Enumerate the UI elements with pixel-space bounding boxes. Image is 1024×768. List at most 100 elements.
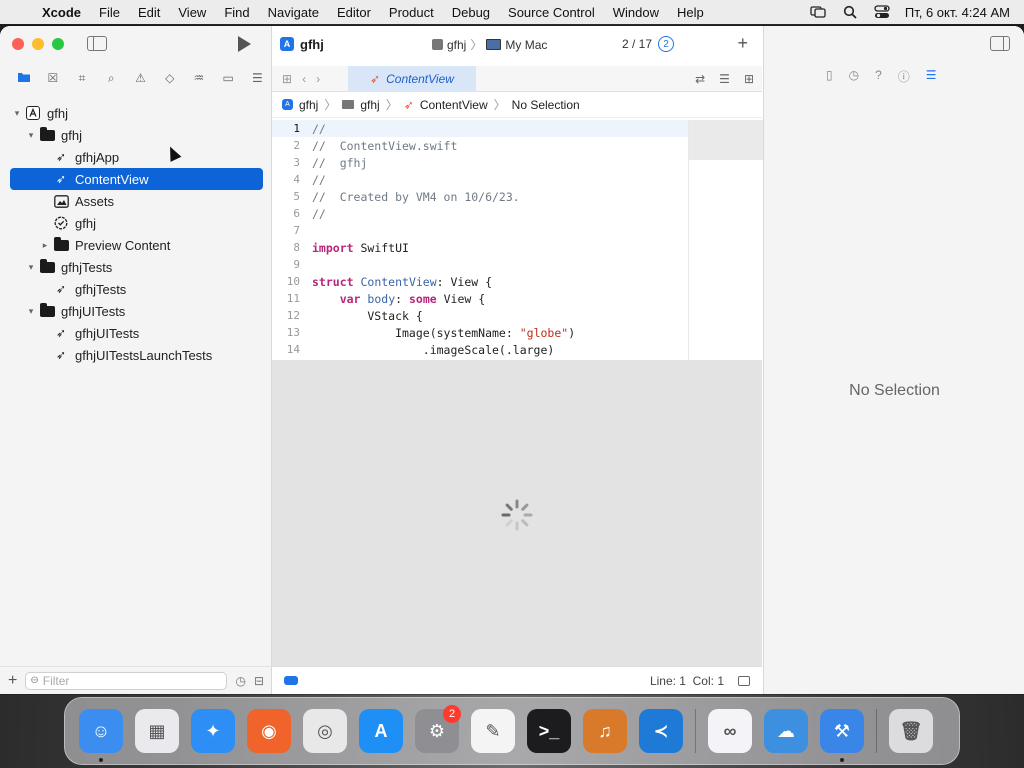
tree-item[interactable]: ➶ gfhjTests (10, 278, 263, 300)
chevron-down-icon[interactable]: ▾ (24, 262, 38, 273)
dock-app-firefox[interactable]: ◉ (241, 703, 297, 759)
source-code-editor[interactable]: 1 // 2 // ContentView.swift 3 // gfhj 4 // 5 // C… (272, 120, 688, 360)
chevron-right-icon[interactable]: ▸ (38, 240, 52, 251)
menu-app-name[interactable]: Xcode (40, 5, 90, 20)
menu-help[interactable]: Help (668, 5, 713, 20)
menu-find[interactable]: Find (215, 5, 258, 20)
scheme-target-label[interactable]: gfhj (447, 38, 466, 52)
tree-item[interactable]: ▾ gfhjUITests (10, 300, 263, 322)
minimap-visible-region[interactable] (689, 120, 763, 160)
dock-app-xcode[interactable]: ⚒ (814, 703, 870, 762)
breadcrumb-file[interactable]: ContentView (420, 98, 488, 112)
debug-area-toggle-icon[interactable] (284, 676, 298, 685)
adjust-editor-icon[interactable]: ☰ (719, 72, 730, 86)
hide-debug-area-icon[interactable] (738, 675, 750, 686)
garageband-icon[interactable]: ♫ (583, 709, 627, 753)
dock-app-terminal[interactable]: >_ (521, 703, 577, 759)
dock-app-weather[interactable]: ☁ (758, 703, 814, 759)
visual-studio-icon[interactable]: ∞ (708, 709, 752, 753)
code-line[interactable]: 10 struct ContentView: View { (272, 273, 688, 290)
minimap[interactable] (688, 120, 763, 360)
app-store-icon[interactable]: A (359, 709, 403, 753)
control-center-icon[interactable] (873, 5, 891, 19)
dock-app-safari[interactable]: ✦ (185, 703, 241, 759)
dock-app-trash[interactable]: 🗑 (883, 703, 939, 759)
dock-app-vscode[interactable]: ≺ (633, 703, 689, 759)
zoom-window-button[interactable] (52, 38, 64, 50)
trash-icon[interactable]: 🗑 (889, 709, 933, 753)
tree-item[interactable]: ▾ gfhj (10, 102, 263, 124)
minimize-window-button[interactable] (32, 38, 44, 50)
launchpad-icon[interactable]: ▦ (135, 709, 179, 753)
toggle-navigator-icon[interactable] (87, 36, 107, 51)
source-control-navigator-icon[interactable]: ☒ (38, 71, 67, 85)
firefox-icon[interactable]: ◉ (247, 709, 291, 753)
dock-app-launchpad[interactable]: ▦ (129, 703, 185, 759)
menu-source-control[interactable]: Source Control (499, 5, 604, 20)
tree-item[interactable]: ➶ gfhjUITests (10, 322, 263, 344)
finder-icon[interactable]: ☺ (79, 709, 123, 753)
menu-debug[interactable]: Debug (443, 5, 499, 20)
code-line[interactable]: 9 (272, 256, 688, 273)
code-line[interactable]: 11 var body: some View { (272, 290, 688, 307)
textedit-icon[interactable]: ✎ (471, 709, 515, 753)
split-editor-icon[interactable]: ⊞ (744, 72, 754, 86)
tree-item[interactable]: Assets (10, 190, 263, 212)
code-line[interactable]: 12 VStack { (272, 307, 688, 324)
weather-icon[interactable]: ☁ (764, 709, 808, 753)
code-line[interactable]: 3 // gfhj (272, 154, 688, 171)
tree-item[interactable]: ➶ gfhjApp (10, 146, 263, 168)
dock-app-app-store[interactable]: A (353, 703, 409, 759)
chrome-icon[interactable]: ◎ (303, 709, 347, 753)
find-navigator-icon[interactable]: ⌕ (97, 71, 126, 86)
related-items-icon[interactable]: ⊞ (282, 72, 292, 86)
menu-editor[interactable]: Editor (328, 5, 380, 20)
chevron-down-icon[interactable]: ▾ (24, 306, 38, 317)
breadcrumb-group[interactable]: gfhj (360, 98, 379, 112)
chevron-down-icon[interactable]: ▾ (24, 130, 38, 141)
breadcrumb-project[interactable]: gfhj (299, 98, 318, 112)
tree-item[interactable]: gfhj (10, 212, 263, 234)
dock-app-textedit[interactable]: ✎ (465, 703, 521, 759)
code-line[interactable]: 4 // (272, 171, 688, 188)
tree-item[interactable]: ➶ ContentView (10, 168, 263, 190)
dock-app-visual-studio[interactable]: ∞ (702, 703, 758, 759)
filter-options-icon[interactable]: ⊖ (30, 675, 38, 686)
xcode-icon[interactable]: ⚒ (820, 709, 864, 753)
code-line[interactable]: 7 (272, 222, 688, 239)
activity-badge[interactable]: 2 (658, 36, 675, 52)
code-line[interactable]: 5 // Created by VM4 on 10/6/23. (272, 188, 688, 205)
menu-view[interactable]: View (169, 5, 215, 20)
activity-counter[interactable]: 2 / 17 2 (622, 36, 675, 52)
menu-file[interactable]: File (90, 5, 129, 20)
code-line[interactable]: 2 // ContentView.swift (272, 137, 688, 154)
menu-navigate[interactable]: Navigate (259, 5, 328, 20)
menu-edit[interactable]: Edit (129, 5, 169, 20)
code-line[interactable]: 8 import SwiftUI (272, 239, 688, 256)
safari-icon[interactable]: ✦ (191, 709, 235, 753)
tree-item[interactable]: ▸ Preview Content (10, 234, 263, 256)
dock-app-system-settings[interactable]: ⚙ 2 (409, 703, 465, 759)
identity-inspector-icon[interactable]: ⓘ (898, 68, 910, 85)
add-file-icon[interactable]: + (8, 672, 17, 690)
chevron-down-icon[interactable]: ▾ (10, 108, 24, 119)
history-inspector-icon[interactable]: ◷ (849, 68, 859, 85)
forward-arrow-icon[interactable]: › (316, 72, 320, 86)
navigator-filter-field[interactable]: ⊖ Filter (25, 671, 228, 690)
scheme-selector[interactable]: gfhj 〉 My Mac (432, 36, 547, 53)
debug-navigator-icon[interactable]: ♒ (184, 71, 213, 85)
tree-item[interactable]: ▾ gfhjTests (10, 256, 263, 278)
attributes-inspector-icon[interactable]: ☰ (926, 68, 937, 85)
issue-navigator-icon[interactable]: ⚠ (126, 71, 155, 85)
screen-mirroring-icon[interactable] (809, 5, 827, 19)
tree-item[interactable]: ▾ gfhj (10, 124, 263, 146)
terminal-icon[interactable]: >_ (527, 709, 571, 753)
code-line[interactable]: 13 Image(systemName: "globe") (272, 324, 688, 341)
dock-app-garageband[interactable]: ♫ (577, 703, 633, 759)
quick-help-icon[interactable]: ? (875, 68, 882, 85)
run-button[interactable] (238, 36, 251, 52)
vscode-icon[interactable]: ≺ (639, 709, 683, 753)
test-navigator-icon[interactable]: ◇ (155, 71, 184, 85)
breadcrumb-symbol[interactable]: No Selection (512, 98, 580, 112)
editor-options-icon[interactable]: ⇄ (695, 72, 705, 86)
